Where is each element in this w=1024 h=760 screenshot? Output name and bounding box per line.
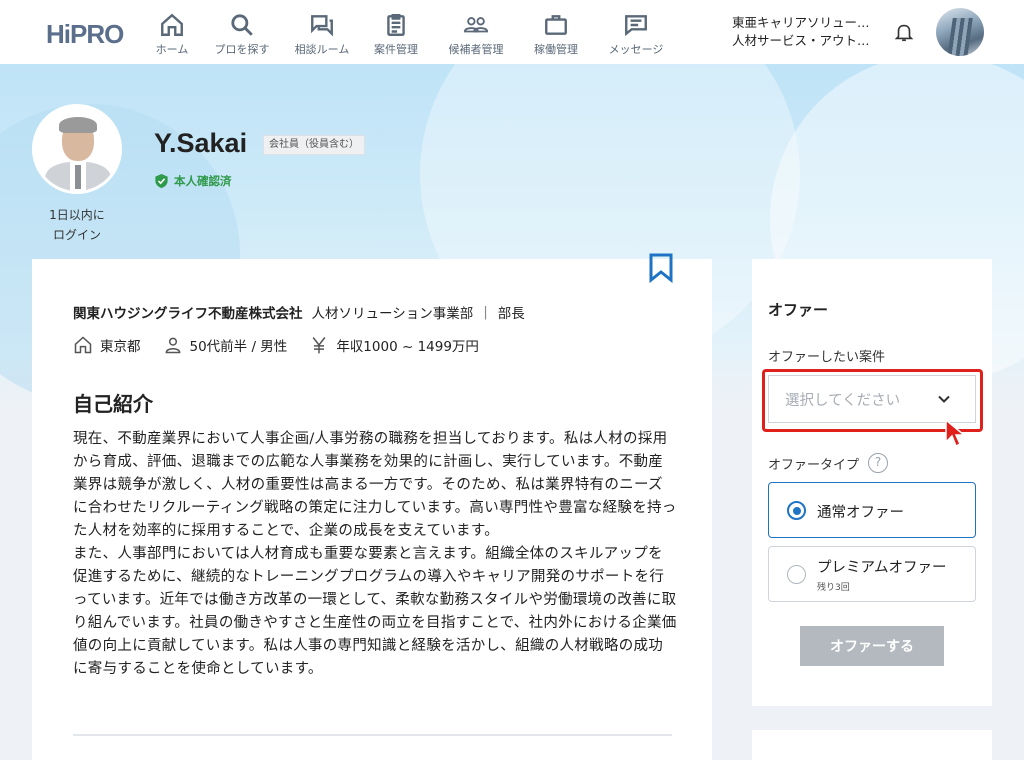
login-line2: ログイン	[52, 228, 101, 242]
chat-icon	[311, 14, 333, 37]
top-header: HiPRO ホーム プロを探す 相談ルーム 案件管理 候補者管理 稼働管理 メッ…	[0, 0, 1024, 64]
section-divider	[73, 734, 672, 736]
nav-projects[interactable]: 案件管理	[362, 0, 430, 64]
age-gender-item: 50代前半 / 男性	[163, 335, 288, 355]
logo-text: HiPRO	[46, 19, 124, 49]
offer-title: オファー	[768, 301, 829, 319]
hipro-logo[interactable]: HiPRO	[46, 19, 124, 50]
nav-search[interactable]: プロを探す	[202, 0, 282, 64]
nav-consult[interactable]: 相談ルーム	[282, 0, 362, 64]
login-line1: 1日以内に	[49, 208, 105, 222]
profile-avatar	[32, 104, 122, 194]
verified-label: 本人確認済	[174, 174, 232, 188]
project-select[interactable]: 選択してください	[768, 375, 976, 423]
nav-label: メッセージ	[608, 42, 664, 56]
nav-label: 相談ルーム	[294, 42, 350, 56]
clipboard-icon	[387, 13, 405, 36]
normal-offer-label: 通常オファー	[817, 505, 904, 521]
home-icon	[161, 13, 183, 36]
company-line1: 東亜キャリアソリュー…	[732, 15, 870, 30]
nav-label: 稼働管理	[534, 42, 578, 56]
project-select-label: オファーしたい案件	[768, 350, 886, 365]
nav-candidates[interactable]: 候補者管理	[430, 0, 522, 64]
mouse-pointer-icon	[945, 418, 967, 448]
company-name: 関東ハウジングライフ不動産株式会社	[73, 306, 303, 322]
company-line2: 人材サービス・アウト…	[732, 33, 870, 48]
search-icon	[231, 13, 253, 36]
intro-body: 現在、不動産業界において人事企画/人事労務の職務を担当しております。私は人材の採…	[73, 431, 677, 677]
submit-offer-button[interactable]: オファーする	[800, 626, 944, 666]
nav-label: 案件管理	[374, 42, 418, 56]
department: 人材ソリューション事業部	[311, 306, 474, 322]
main-nav: ホーム プロを探す 相談ルーム 案件管理 候補者管理 稼働管理 メッセージ	[142, 0, 682, 64]
bell-icon[interactable]	[893, 20, 915, 44]
separator: |	[483, 304, 488, 320]
income-item: 年収1000 ~ 1499万円	[309, 335, 479, 355]
account-company[interactable]: 東亜キャリアソリュー… 人材サービス・アウト…	[732, 14, 870, 50]
position: 部長	[497, 306, 525, 322]
help-icon[interactable]: ?	[868, 453, 889, 473]
nav-messages[interactable]: メッセージ	[590, 0, 682, 64]
nav-label: プロを探す	[214, 42, 270, 56]
premium-offer-label: プレミアムオファー	[817, 560, 947, 576]
premium-remaining: 残り3回	[817, 583, 850, 593]
bookmark-icon[interactable]	[648, 253, 674, 283]
nav-label: 候補者管理	[448, 42, 504, 56]
nav-home[interactable]: ホーム	[142, 0, 202, 64]
nav-work[interactable]: 稼働管理	[522, 0, 590, 64]
nav-label: ホーム	[155, 42, 189, 56]
location-item: 東京都	[73, 335, 141, 355]
yen-icon	[312, 337, 326, 354]
profile-meta: 東京都 50代前半 / 男性 年収1000 ~ 1499万円	[73, 335, 501, 355]
shield-check-icon	[155, 174, 168, 188]
chevron-down-icon	[938, 395, 950, 403]
location: 東京都	[100, 339, 141, 355]
income: 年収1000 ~ 1499万円	[336, 339, 479, 355]
account-avatar[interactable]	[936, 8, 984, 56]
message-icon	[625, 14, 647, 36]
people-icon	[463, 16, 489, 32]
radio-selected-icon	[787, 501, 806, 520]
select-placeholder: 選択してください	[785, 392, 901, 409]
secondary-panel	[752, 730, 992, 760]
offer-type-label: オファータイプ ?	[768, 453, 889, 473]
home-icon	[74, 336, 92, 354]
last-login-status: 1日以内に ログイン	[40, 205, 114, 245]
person-icon	[165, 337, 180, 354]
employment-tag: 会社員（役員含む）	[263, 135, 365, 155]
profile-name: Y.Sakai	[154, 128, 248, 158]
offer-type-text: オファータイプ	[768, 457, 860, 473]
radio-unselected-icon	[787, 565, 806, 584]
briefcase-icon	[545, 14, 567, 35]
intro-title: 自己紹介	[73, 392, 153, 416]
age-gender: 50代前半 / 男性	[189, 339, 288, 355]
company-info: 関東ハウジングライフ不動産株式会社 人材ソリューション事業部 | 部長	[73, 302, 525, 322]
offer-type-normal[interactable]: 通常オファー	[768, 482, 976, 538]
offer-type-premium[interactable]: プレミアムオファー 残り3回	[768, 546, 976, 602]
verified-badge: 本人確認済	[155, 173, 232, 189]
